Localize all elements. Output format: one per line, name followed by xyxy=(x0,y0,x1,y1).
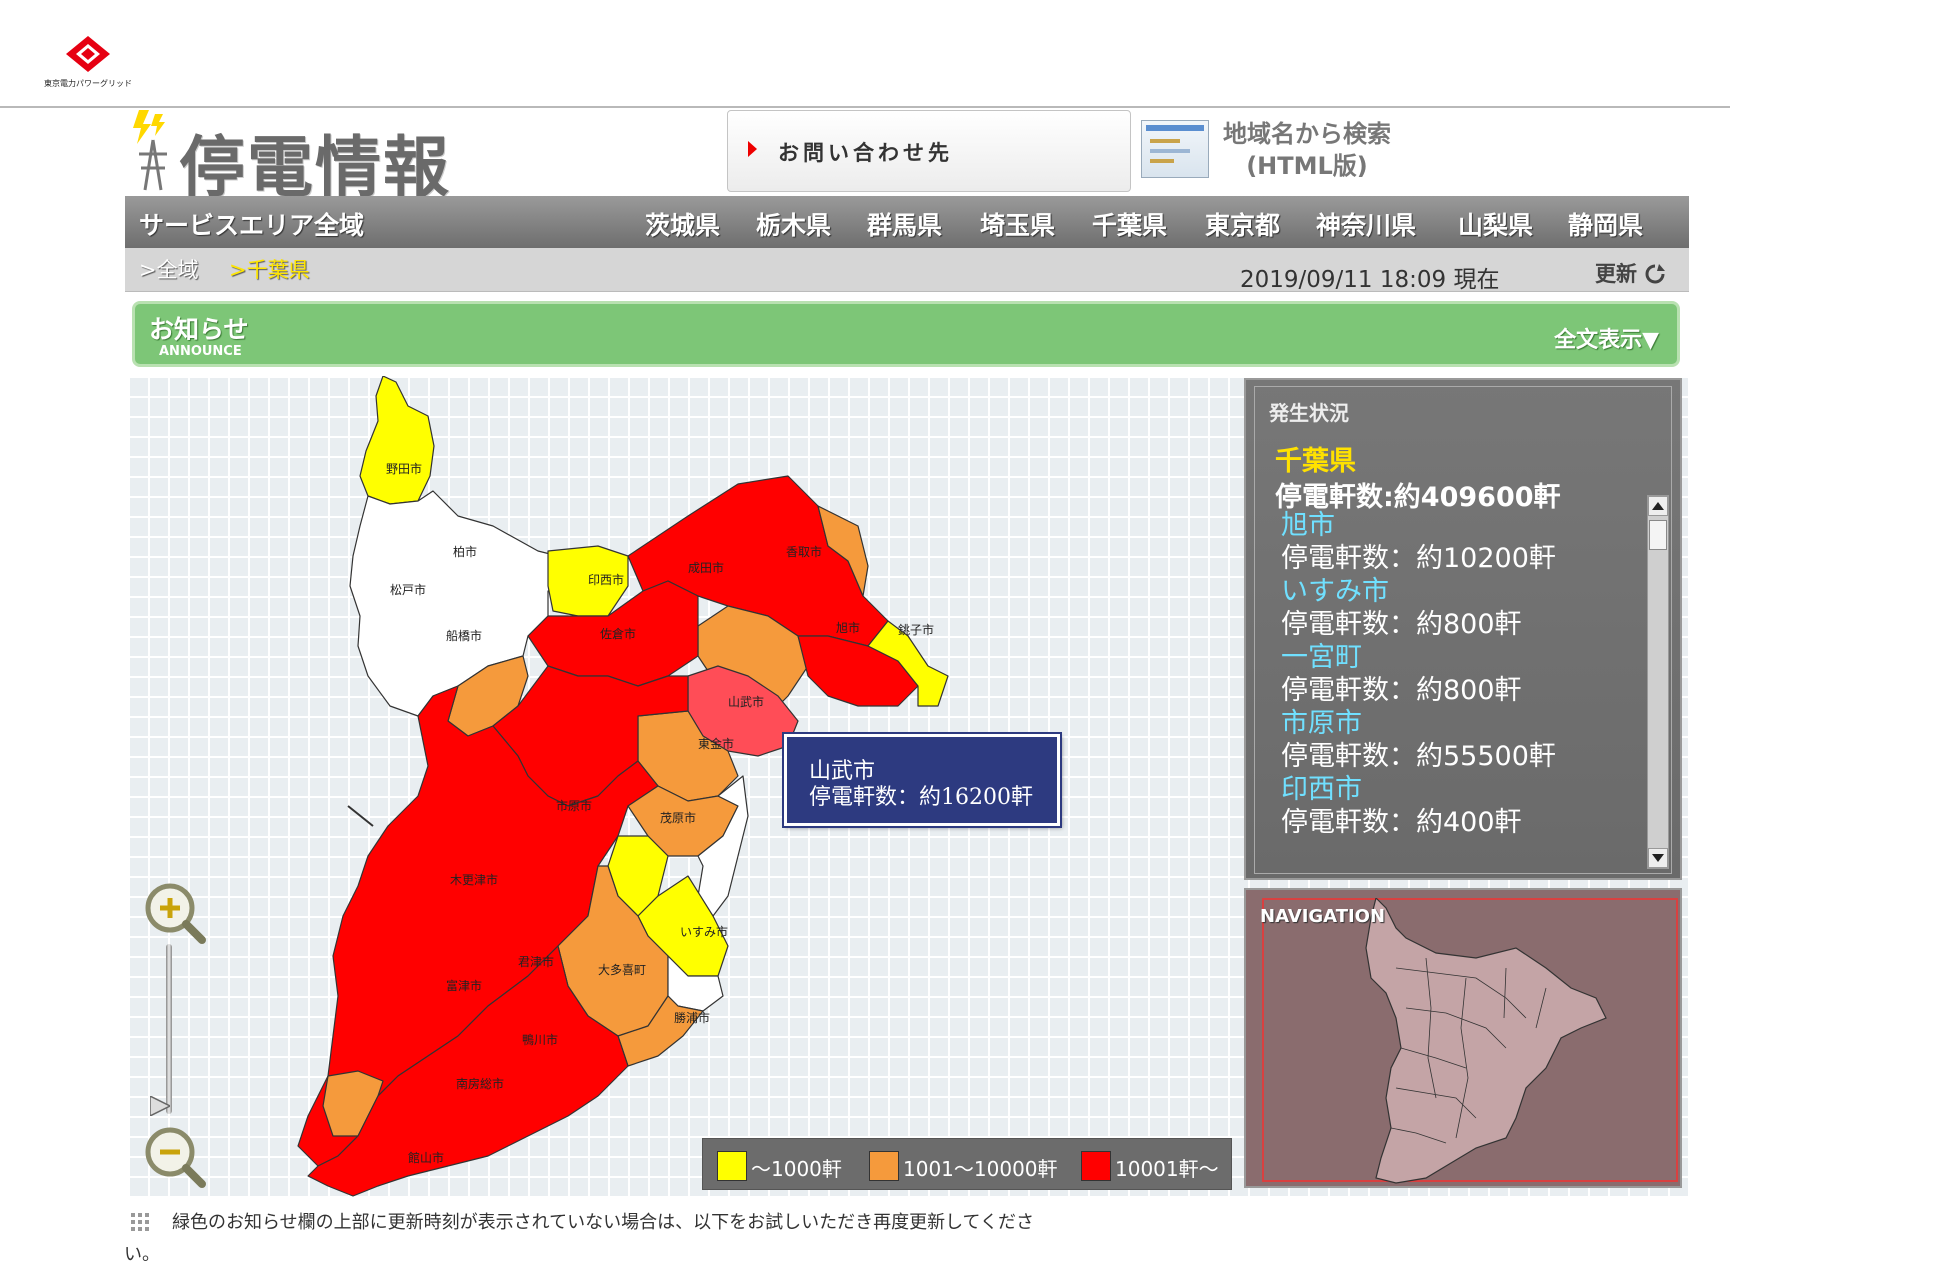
status-heading: 発生状況 xyxy=(1269,401,1349,425)
nav-tochigi[interactable]: 栃木県 xyxy=(756,206,831,242)
label-noda: 野田市 xyxy=(386,461,422,476)
show-full-text-button[interactable]: 全文表示▼ xyxy=(1554,322,1659,354)
label-togane: 東金市 xyxy=(698,736,734,751)
update-timestamp: 2019/09/11 18:09 現在 xyxy=(1240,267,1500,293)
label-mobara: 茂原市 xyxy=(660,810,696,825)
zoom-slider-track[interactable] xyxy=(166,944,172,1114)
nav-yamanashi[interactable]: 山梨県 xyxy=(1458,206,1533,242)
triangle-up-icon xyxy=(1652,502,1664,510)
legend-swatch-high xyxy=(1081,1151,1111,1181)
status-scrollbar[interactable] xyxy=(1647,495,1669,869)
breadcrumb-all[interactable]: >全域 xyxy=(139,254,199,284)
scroll-up-button[interactable] xyxy=(1648,496,1668,516)
label-katsuura: 勝浦市 xyxy=(674,1010,710,1025)
label-tateyama: 館山市 xyxy=(408,1150,444,1165)
status-panel: 発生状況 千葉県 停電軒数:約409600軒 旭市 停電軒数：約10200軒 い… xyxy=(1244,378,1682,880)
chiba-map[interactable]: 野田市 柏市 松戸市 船橋市 印西市 成田市 香取市 佐倉市 旭市 銚子市 山武… xyxy=(128,376,1238,1198)
label-katori: 香取市 xyxy=(786,544,822,559)
region-search-label: 地域名から検索 xyxy=(1223,120,1391,148)
announce-title: お知らせ xyxy=(149,315,249,344)
navigation-title: NAVIGATION xyxy=(1260,906,1386,927)
scroll-thumb[interactable] xyxy=(1649,520,1667,550)
label-sakura: 佐倉市 xyxy=(600,626,636,641)
label-matsudo: 松戸市 xyxy=(390,582,426,597)
legend-label-low: 〜1000軒 xyxy=(751,1157,842,1181)
label-minamiboso: 南房総市 xyxy=(456,1076,504,1091)
footer-note-continued: い。 xyxy=(124,1244,160,1265)
nav-chiba[interactable]: 千葉県 xyxy=(1092,206,1167,242)
zoom-out-icon[interactable] xyxy=(142,1124,208,1190)
nav-tokyo[interactable]: 東京都 xyxy=(1205,206,1280,242)
region-search-sublabel: (HTML版) xyxy=(1246,152,1368,180)
label-choshi: 銚子市 xyxy=(898,622,934,637)
grid-bullet-icon xyxy=(131,1213,149,1231)
city-tooltip: 山武市 停電軒数：約16200軒 xyxy=(782,732,1062,828)
region-noda xyxy=(359,376,435,505)
status-city-name[interactable]: 旭市 xyxy=(1281,509,1641,542)
breadcrumb-current: >千葉県 xyxy=(229,258,310,282)
legend-swatch-low xyxy=(717,1151,747,1181)
legend-label-high: 10001軒〜 xyxy=(1115,1157,1219,1181)
nav-service-area-all[interactable]: サービスエリア全域 xyxy=(139,206,364,242)
status-city-count: 停電軒数：約800軒 xyxy=(1281,609,1522,640)
legend-swatch-mid xyxy=(869,1151,899,1181)
arrow-right-icon xyxy=(748,141,757,157)
label-kashiwa: 柏市 xyxy=(453,544,477,559)
contact-button[interactable]: お問い合わせ先 xyxy=(727,110,1131,192)
header-divider xyxy=(0,106,1730,108)
nav-ibaraki[interactable]: 茨城県 xyxy=(645,206,720,242)
status-city-count: 停電軒数：約800軒 xyxy=(1281,675,1522,706)
zoom-slider-handle[interactable] xyxy=(150,1096,170,1116)
status-city-name[interactable]: 市原市 xyxy=(1281,707,1641,740)
nav-gunma[interactable]: 群馬県 xyxy=(867,206,942,242)
label-kimitsu: 君津市 xyxy=(518,954,554,969)
contact-button-label: お問い合わせ先 xyxy=(778,141,953,165)
scroll-down-button[interactable] xyxy=(1648,848,1668,868)
legend: 〜1000軒 1001〜10000軒 10001軒〜 xyxy=(702,1138,1232,1190)
refresh-label: 更新 xyxy=(1595,262,1637,286)
label-ichihara: 市原市 xyxy=(556,798,592,813)
label-kamogawa: 鴨川市 xyxy=(522,1032,558,1047)
legend-label-mid: 1001〜10000軒 xyxy=(903,1157,1058,1181)
html-search-thumbnail-icon[interactable] xyxy=(1141,120,1209,178)
status-city-name[interactable]: 一宮町 xyxy=(1281,641,1641,674)
status-city-count: 停電軒数：約55500軒 xyxy=(1281,741,1556,772)
prefecture-navbar: サービスエリア全域 茨城県 栃木県 群馬県 埼玉県 千葉県 東京都 神奈川県 山… xyxy=(125,196,1689,248)
page-title-area: 停電情報 xyxy=(125,110,485,206)
status-city-count: 停電軒数：約10200軒 xyxy=(1281,543,1556,574)
lightning-tower-icon xyxy=(133,110,167,191)
label-otaki: 大多喜町 xyxy=(598,963,646,977)
announce-subtitle: ANNOUNCE xyxy=(159,344,242,359)
nav-shizuoka[interactable]: 静岡県 xyxy=(1568,206,1643,242)
logo-caption: 東京電力パワーグリッド xyxy=(44,79,132,88)
label-futtsu: 富津市 xyxy=(446,978,482,993)
tooltip-count: 停電軒数：約16200軒 xyxy=(809,785,1033,810)
breadcrumb-bar: >全域 >千葉県 2019/09/11 18:09 現在 更新 xyxy=(125,248,1689,293)
label-inzai: 印西市 xyxy=(588,572,624,587)
nav-kanagawa[interactable]: 神奈川県 xyxy=(1316,206,1416,242)
footer-note: 緑色のお知らせ欄の上部に更新時刻が表示されていない場合は、以下をお試しいただき再… xyxy=(172,1212,1035,1233)
minimap-chiba xyxy=(1365,898,1607,1184)
triangle-down-icon xyxy=(1652,854,1664,862)
label-asahi: 旭市 xyxy=(836,620,860,635)
label-isumi: いすみ市 xyxy=(680,924,728,939)
nav-saitama[interactable]: 埼玉県 xyxy=(980,206,1055,242)
refresh-button[interactable]: 更新 xyxy=(1595,258,1666,288)
announce-bar: お知らせ ANNOUNCE 全文表示▼ xyxy=(132,301,1680,367)
region-search-link[interactable]: 地域名から検索 (HTML版) xyxy=(1212,118,1402,182)
refresh-icon xyxy=(1645,264,1666,284)
navigation-minimap[interactable]: NAVIGATION xyxy=(1244,888,1682,1188)
status-prefecture[interactable]: 千葉県 xyxy=(1275,439,1356,478)
label-narita: 成田市 xyxy=(688,560,724,575)
zoom-in-icon[interactable] xyxy=(142,880,208,946)
label-sammu: 山武市 xyxy=(728,694,764,709)
label-kisarazu: 木更津市 xyxy=(450,872,498,887)
status-city-list: 旭市 停電軒数：約10200軒 いすみ市 停電軒数：約800軒 一宮町 停電軒数… xyxy=(1281,509,1641,839)
status-city-name[interactable]: いすみ市 xyxy=(1281,575,1641,608)
status-city-name[interactable]: 印西市 xyxy=(1281,773,1641,806)
label-funabashi: 船橋市 xyxy=(446,628,482,643)
status-city-count: 停電軒数：約400軒 xyxy=(1281,807,1522,838)
